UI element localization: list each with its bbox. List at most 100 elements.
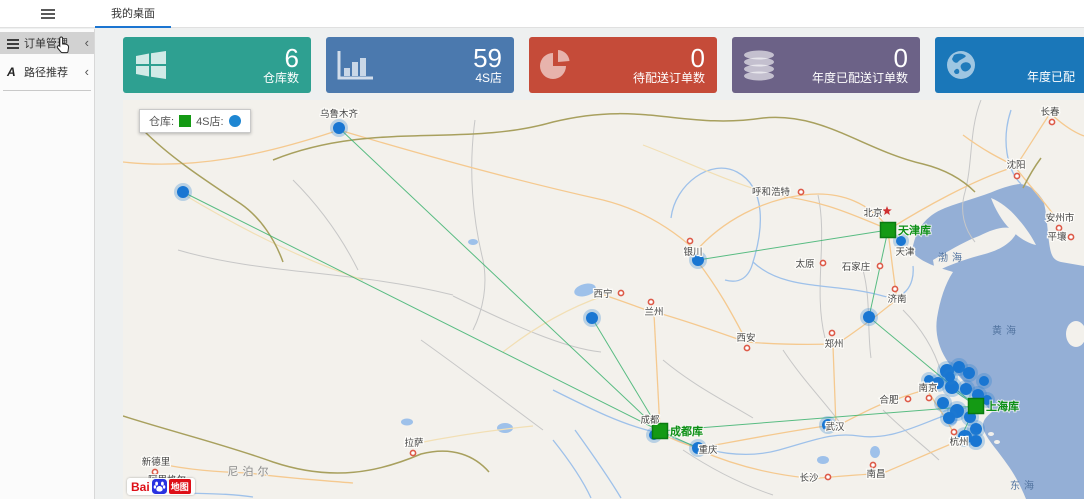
- warehouse-label: 成都库: [670, 424, 703, 438]
- card-label: 年度已配: [1027, 70, 1075, 85]
- city-dot: [870, 462, 875, 467]
- city-label: 杭州: [949, 436, 968, 448]
- city-dot: [687, 238, 692, 243]
- city-dot: [951, 429, 956, 434]
- top-bar: 我的桌面: [0, 0, 1084, 28]
- city-dot: [877, 263, 882, 268]
- list-icon: [7, 38, 19, 49]
- sea-label: 渤海: [938, 251, 966, 264]
- city-dot: [820, 260, 825, 265]
- warehouse-label: 天津库: [898, 223, 931, 237]
- city-label: 西宁: [593, 288, 612, 300]
- warehouse-legend-swatch: [179, 115, 191, 127]
- store-marker[interactable]: [333, 122, 345, 134]
- city-label: 太原: [795, 258, 814, 270]
- sea-label: 东海: [1010, 479, 1038, 492]
- sidebar-collapse-icon[interactable]: [41, 8, 55, 19]
- route-line: [698, 230, 888, 260]
- card-4s-stores[interactable]: 59 4S店: [326, 37, 514, 93]
- warehouse-marker[interactable]: [881, 223, 896, 238]
- city-label: 天津: [895, 247, 915, 258]
- country-label: 尼泊尔: [228, 465, 273, 478]
- card-annual-metric[interactable]: 年度已配: [935, 37, 1084, 93]
- route-icon: A: [7, 67, 19, 78]
- city-labels-layer: 乌鲁木齐呼和浩特北京天津银川太原石家庄西宁兰州济南西安郑州成都重庆拉萨武汉合肥南…: [142, 106, 1075, 486]
- store-legend-swatch: [229, 115, 241, 127]
- city-dot: [1068, 234, 1073, 239]
- city-dot: [1049, 119, 1054, 124]
- city-dot: [798, 189, 803, 194]
- city-dot: [410, 450, 415, 455]
- chevron-left-icon: ‹: [85, 38, 89, 48]
- city-label: 新德里: [142, 456, 171, 468]
- city-label: 银川: [683, 246, 702, 258]
- sidebar-item-route-recommendation[interactable]: A 路径推荐 ‹: [0, 61, 94, 83]
- sidebar: 订单管理 ‹ A 路径推荐 ‹: [0, 29, 95, 499]
- map-canvas: 天津库成都库上海库 乌鲁木齐呼和浩特北京天津银川太原石家庄西宁兰州济南西安郑州成…: [123, 100, 1084, 499]
- card-value: 0: [894, 45, 908, 71]
- sidebar-header: [0, 0, 95, 27]
- store-marker[interactable]: [863, 311, 875, 323]
- baidu-logo[interactable]: Bai 地图: [127, 478, 195, 495]
- city-dot: [618, 290, 623, 295]
- city-label: 长春: [1040, 106, 1060, 118]
- app-window: 我的桌面 订单管理 ‹ A 路径推荐 ‹: [0, 0, 1084, 499]
- database-icon: [742, 49, 788, 81]
- city-label: 武汉: [825, 421, 845, 433]
- card-pending-orders[interactable]: 0 待配送订单数: [529, 37, 717, 93]
- baidu-logo-text: Bai: [131, 480, 150, 494]
- map-legend: 仓库: 4S店:: [139, 109, 251, 133]
- baidu-logo-text: 地图: [169, 479, 191, 494]
- city-dot: [1014, 173, 1019, 178]
- card-label: 4S店: [475, 71, 502, 86]
- store-marker[interactable]: [945, 372, 955, 382]
- capital-star-icon: [882, 206, 892, 215]
- city-label: 西安: [736, 332, 755, 344]
- main-content: 6 仓库数 59 4S店: [95, 29, 1084, 499]
- tab-bar: 我的桌面: [95, 0, 1084, 27]
- city-label: 郑州: [824, 338, 843, 350]
- city-dot: [1056, 225, 1061, 230]
- tab-my-desktop[interactable]: 我的桌面: [95, 0, 171, 28]
- baidu-paw-icon: [152, 479, 167, 494]
- card-value: 0: [691, 45, 705, 71]
- warehouse-marker[interactable]: [969, 399, 984, 414]
- store-marker[interactable]: [177, 186, 189, 198]
- city-label: 沈阳: [1006, 159, 1025, 171]
- sea-label: 黄海: [992, 324, 1020, 337]
- card-annual-delivered-orders[interactable]: 0 年度已配送订单数: [732, 37, 920, 93]
- city-dot: [825, 474, 830, 479]
- legend-warehouse-label: 仓库:: [149, 113, 174, 129]
- city-label: 南京: [918, 382, 937, 394]
- bar-chart-icon: [336, 49, 382, 81]
- city-label: 平壤: [1047, 231, 1067, 243]
- stat-cards-row: 6 仓库数 59 4S店: [123, 37, 1084, 93]
- route-line: [869, 230, 888, 317]
- city-label: 重庆: [698, 444, 718, 456]
- sidebar-item-order-management[interactable]: 订单管理 ‹: [0, 32, 94, 54]
- sidebar-divider: [3, 90, 91, 91]
- city-label: 乌鲁木齐: [320, 108, 359, 120]
- city-dot: [152, 469, 157, 474]
- windows-icon: [133, 50, 179, 80]
- sidebar-item-label: 路径推荐: [24, 64, 68, 80]
- store-marker[interactable]: [937, 397, 949, 409]
- city-label: 成都: [640, 414, 660, 426]
- store-marker[interactable]: [896, 236, 906, 246]
- city-dot: [744, 345, 749, 350]
- china-map[interactable]: 天津库成都库上海库 乌鲁木齐呼和浩特北京天津银川太原石家庄西宁兰州济南西安郑州成…: [123, 100, 1084, 499]
- store-marker[interactable]: [586, 312, 598, 324]
- card-value: 59: [473, 45, 502, 71]
- city-label: 合肥: [879, 394, 899, 406]
- store-marker[interactable]: [979, 376, 989, 386]
- store-marker[interactable]: [963, 367, 975, 379]
- card-label: 待配送订单数: [633, 71, 705, 86]
- legend-store-label: 4S店:: [196, 113, 224, 129]
- route-line: [339, 128, 660, 431]
- card-warehouse-count[interactable]: 6 仓库数: [123, 37, 311, 93]
- tab-label: 我的桌面: [111, 5, 155, 21]
- store-marker[interactable]: [943, 412, 955, 424]
- store-marker[interactable]: [970, 435, 982, 447]
- city-label: 兰州: [644, 306, 663, 318]
- city-label: 南昌: [866, 468, 885, 480]
